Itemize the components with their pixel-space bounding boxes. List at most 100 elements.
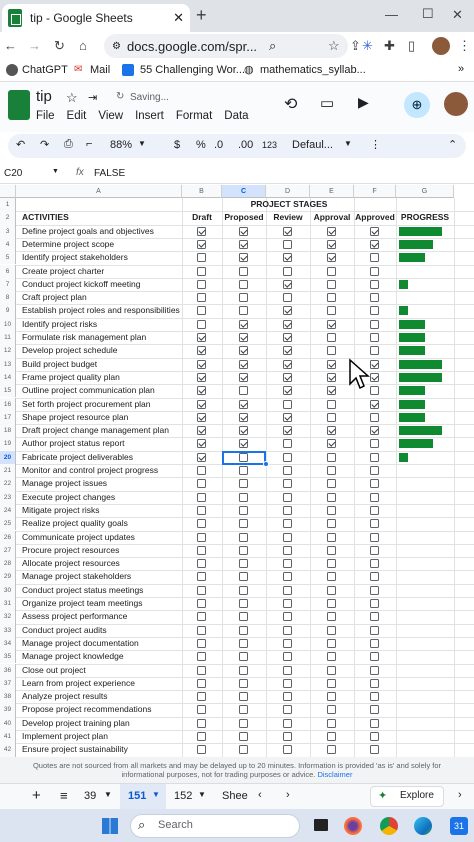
- stage-checkbox-approved[interactable]: [370, 239, 379, 249]
- search-icon[interactable]: ⌕: [269, 38, 276, 54]
- stage-checkbox-approval[interactable]: [327, 678, 336, 688]
- activity-cell[interactable]: Learn from project experience: [22, 677, 135, 690]
- move-icon[interactable]: ⇥: [88, 91, 97, 104]
- reload-icon[interactable]: ↻: [54, 37, 65, 55]
- stage-checkbox-proposed[interactable]: [239, 678, 248, 688]
- maximize-icon[interactable]: ☐: [422, 5, 434, 23]
- stage-checkbox-review[interactable]: [283, 466, 292, 475]
- row-header[interactable]: 20: [0, 450, 16, 464]
- firefox-icon[interactable]: [344, 817, 362, 835]
- stage-checkbox-approval[interactable]: [327, 545, 336, 555]
- row-header[interactable]: 23: [0, 490, 16, 504]
- stage-checkbox-proposed[interactable]: [239, 732, 248, 741]
- account-avatar[interactable]: [444, 92, 468, 116]
- stage-checkbox-approved[interactable]: [370, 678, 379, 688]
- stage-checkbox-draft[interactable]: [197, 386, 206, 396]
- stage-checkbox-proposed[interactable]: [239, 306, 248, 316]
- stage-checkbox-approved[interactable]: [370, 532, 379, 542]
- stage-checkbox-draft[interactable]: [197, 466, 206, 475]
- row-header[interactable]: 39: [0, 703, 16, 717]
- activity-cell[interactable]: Shape project resource plan: [22, 411, 128, 424]
- stage-checkbox-review[interactable]: [283, 572, 292, 582]
- row-header[interactable]: 5: [0, 251, 16, 265]
- stage-checkbox-approved[interactable]: [370, 519, 379, 529]
- row-header[interactable]: 29: [0, 570, 16, 584]
- stage-checkbox-draft[interactable]: [197, 412, 206, 422]
- stage-checkbox-proposed[interactable]: [239, 638, 248, 648]
- activity-cell[interactable]: Communicate project updates: [22, 531, 135, 544]
- row-header[interactable]: 13: [0, 357, 16, 371]
- stage-checkbox-approval[interactable]: [327, 306, 336, 316]
- stage-checkbox-approved[interactable]: [370, 612, 379, 622]
- stage-checkbox-draft[interactable]: [197, 612, 206, 622]
- activity-cell[interactable]: Manage project stakeholders: [22, 570, 131, 583]
- stage-checkbox-approved[interactable]: [370, 505, 379, 515]
- spreadsheet-grid[interactable]: A B C D E F G 1 2 3 4 5 6 7 8 9 10 11 12 13 14 15 16 17 18 19 20 21…: [0, 185, 474, 757]
- activity-cell[interactable]: Propose project recommendations: [22, 703, 151, 716]
- stage-checkbox-proposed[interactable]: [239, 253, 248, 263]
- column-header-g[interactable]: G: [396, 185, 454, 198]
- decrease-decimal[interactable]: .0: [214, 139, 223, 151]
- menu-file[interactable]: File: [36, 110, 55, 122]
- stage-checkbox-approval[interactable]: [327, 505, 336, 515]
- stage-checkbox-approved[interactable]: [370, 359, 379, 369]
- stage-checkbox-approved[interactable]: [370, 452, 379, 462]
- row-header[interactable]: 14: [0, 370, 16, 385]
- menu-insert[interactable]: Insert: [135, 110, 164, 122]
- row-header[interactable]: 24: [0, 503, 16, 518]
- activity-cell[interactable]: Create project charter: [22, 265, 104, 278]
- row-header[interactable]: 38: [0, 690, 16, 704]
- stage-checkbox-review[interactable]: [283, 638, 292, 648]
- row-header[interactable]: 22: [0, 477, 16, 491]
- sheet-tab-152[interactable]: 152: [174, 790, 192, 802]
- stage-checkbox-review[interactable]: [283, 359, 292, 369]
- stage-checkbox-proposed[interactable]: [239, 279, 248, 289]
- stage-checkbox-approval[interactable]: [327, 718, 336, 728]
- number-format[interactable]: 123: [262, 140, 277, 150]
- stage-checkbox-approval[interactable]: [327, 372, 336, 382]
- bookmark-mail[interactable]: Mail: [90, 64, 110, 76]
- activity-cell[interactable]: Set forth project procurement plan: [22, 398, 151, 411]
- activity-cell[interactable]: Close out project: [22, 664, 86, 677]
- stage-checkbox-proposed[interactable]: [239, 625, 248, 635]
- activity-cell[interactable]: Conduct project audits: [22, 624, 107, 637]
- stage-checkbox-review[interactable]: [283, 612, 292, 622]
- stage-checkbox-review[interactable]: [283, 452, 292, 462]
- stage-checkbox-draft[interactable]: [197, 439, 206, 449]
- sheets-logo-icon[interactable]: [8, 90, 30, 120]
- activity-cell[interactable]: Build project budget: [22, 358, 97, 371]
- activity-cell[interactable]: Conduct project kickoff meeting: [22, 278, 140, 291]
- row-header[interactable]: 40: [0, 716, 16, 730]
- currency-format[interactable]: $: [174, 139, 180, 151]
- stage-checkbox-approval[interactable]: [327, 386, 336, 396]
- stage-checkbox-approved[interactable]: [370, 439, 379, 449]
- stage-checkbox-proposed[interactable]: [239, 532, 248, 542]
- home-icon[interactable]: ⌂: [79, 37, 87, 55]
- stage-checkbox-approval[interactable]: [327, 426, 336, 436]
- row-header[interactable]: 3: [0, 224, 16, 238]
- activity-cell[interactable]: Manage project documentation: [22, 637, 139, 650]
- stage-checkbox-review[interactable]: [283, 399, 292, 409]
- stage-checkbox-draft[interactable]: [197, 718, 206, 728]
- stage-checkbox-proposed[interactable]: [239, 492, 248, 502]
- stage-checkbox-approved[interactable]: [370, 732, 379, 741]
- stage-checkbox-review[interactable]: [283, 333, 292, 342]
- activity-cell[interactable]: Develop project training plan: [22, 717, 130, 730]
- stage-checkbox-proposed[interactable]: [239, 266, 248, 276]
- select-all-corner[interactable]: [0, 185, 16, 198]
- row-header[interactable]: 35: [0, 650, 16, 664]
- stage-checkbox-approval[interactable]: [327, 333, 336, 342]
- activity-cell[interactable]: Craft project plan: [22, 291, 87, 304]
- stage-checkbox-review[interactable]: [283, 372, 292, 382]
- stage-checkbox-approval[interactable]: [327, 652, 336, 662]
- activity-cell[interactable]: Frame project quality plan: [22, 371, 120, 384]
- activity-cell[interactable]: Determine project scope: [22, 238, 114, 251]
- new-tab-icon[interactable]: +: [196, 6, 207, 24]
- stage-checkbox-draft[interactable]: [197, 333, 206, 342]
- stage-checkbox-review[interactable]: [283, 745, 292, 755]
- activity-cell[interactable]: Develop project schedule: [22, 344, 117, 357]
- stage-checkbox-draft[interactable]: [197, 359, 206, 369]
- stage-checkbox-approved[interactable]: [370, 705, 379, 715]
- stage-checkbox-proposed[interactable]: [239, 386, 248, 396]
- forward-icon[interactable]: →: [28, 37, 41, 55]
